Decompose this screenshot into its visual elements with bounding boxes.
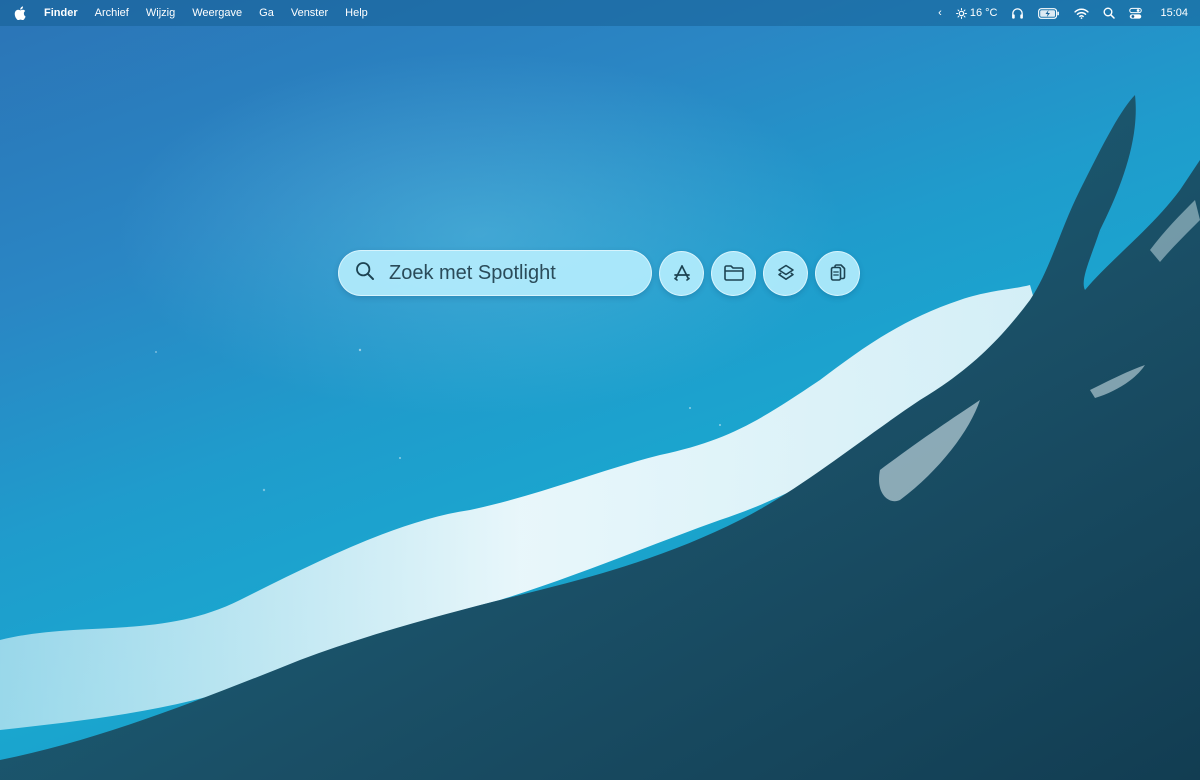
menu-app-finder[interactable]: Finder — [44, 0, 78, 26]
spotlight-apps-button[interactable] — [659, 250, 704, 296]
spotlight-search-field[interactable] — [338, 250, 652, 296]
weather-status[interactable]: 16 °C — [955, 7, 998, 19]
spotlight-files-button[interactable] — [711, 250, 756, 296]
menu-bar-right: ‹ 16 °C 15:04 — [924, 0, 1188, 26]
apple-icon[interactable] — [14, 6, 26, 21]
menu-wijzig[interactable]: Wijzig — [146, 0, 175, 26]
menu-bar-clock[interactable]: 15:04 — [1160, 7, 1188, 19]
spotlight-search-input[interactable] — [387, 260, 641, 286]
menu-ga[interactable]: Ga — [259, 0, 274, 26]
sun-icon — [955, 7, 967, 19]
menu-bar-left: Finder Archief Wijzig Weergave Ga Venste… — [14, 0, 385, 26]
battery-charging-icon[interactable] — [1038, 7, 1060, 19]
folder-icon — [723, 265, 744, 281]
spotlight-clipboard-button[interactable] — [815, 250, 860, 296]
menu-weergave[interactable]: Weergave — [192, 0, 242, 26]
menu-bar: Finder Archief Wijzig Weergave Ga Venste… — [0, 0, 1200, 26]
clipboard-icon — [830, 264, 845, 281]
search-icon[interactable] — [1103, 7, 1116, 19]
menu-venster[interactable]: Venster — [291, 0, 328, 26]
menu-help[interactable]: Help — [345, 0, 368, 26]
menu-archief[interactable]: Archief — [95, 0, 129, 26]
wifi-icon[interactable] — [1074, 8, 1090, 19]
search-icon — [355, 261, 375, 286]
desktop: Finder Archief Wijzig Weergave Ga Venste… — [0, 0, 1200, 780]
spotlight-panel — [338, 250, 860, 296]
shortcuts-icon — [777, 264, 794, 280]
headphones-icon[interactable] — [1011, 7, 1024, 20]
spotlight-shortcuts-button[interactable] — [763, 250, 808, 296]
control-center-icon[interactable] — [1129, 7, 1143, 20]
wallpaper-image — [0, 95, 1200, 780]
weather-temperature: 16 °C — [969, 7, 998, 19]
app-store-icon — [673, 265, 690, 281]
chevron-left-icon[interactable]: ‹ — [938, 7, 942, 19]
